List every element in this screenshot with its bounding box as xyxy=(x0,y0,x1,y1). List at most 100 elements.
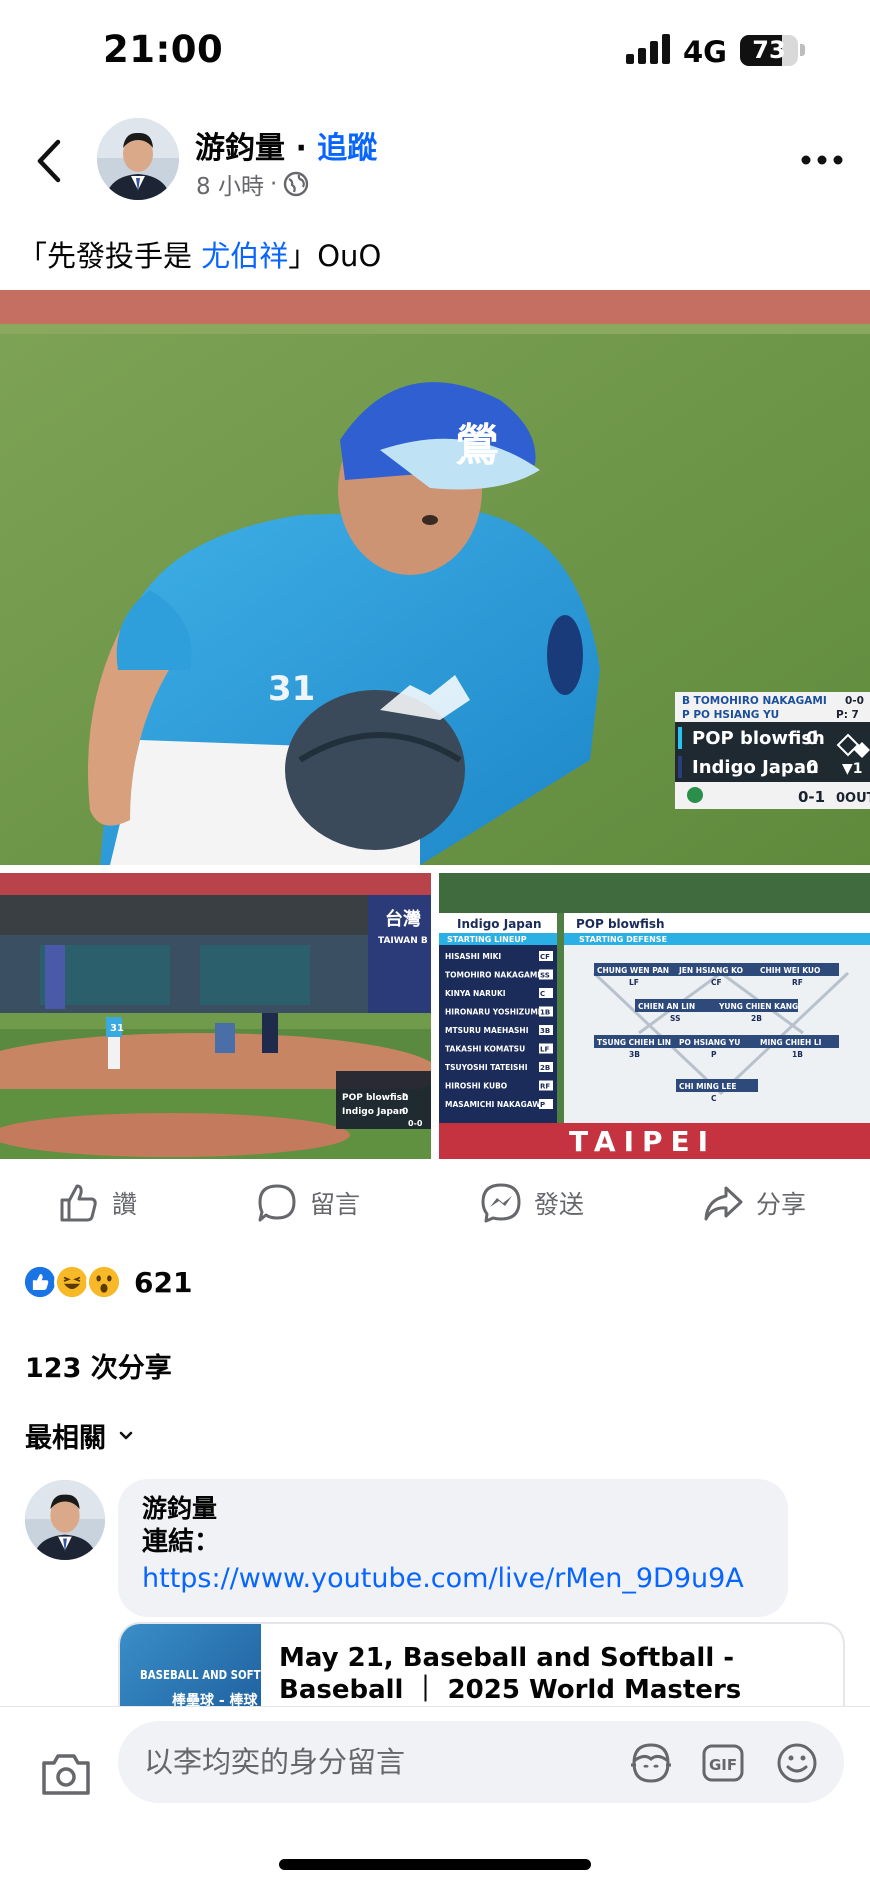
lineup-away-team: Indigo Japan xyxy=(457,917,542,931)
defense-player-pos: LF xyxy=(629,978,639,987)
post-caption: 「先發投手是 尤伯祥」OuO xyxy=(18,233,381,275)
back-arrow-icon[interactable] xyxy=(30,136,70,186)
lineup-player-name: HIRONARU YOSHIZUMI xyxy=(445,1008,541,1017)
lineup-player-name: MTSURU MAEHASHI xyxy=(445,1026,529,1035)
post-meta: 8 小時 · xyxy=(196,167,309,201)
more-options-icon[interactable] xyxy=(798,145,846,175)
lineup-graphic: TAIPEI Indigo Japan STARTING LINEUP HISA… xyxy=(439,873,870,1159)
defense-player-pos: 1B xyxy=(792,1050,803,1059)
status-bar: 21:00 4G 73 xyxy=(0,0,870,100)
haha-reaction-icon xyxy=(54,1264,90,1300)
small-sb-team2-score: 0 xyxy=(402,1107,408,1117)
lineup-player-pos: CF xyxy=(540,953,550,961)
sb-batter: B TOMOHIRO NAKAGAMI xyxy=(682,695,827,707)
small-sb-team2: Indigo Japan xyxy=(342,1107,405,1117)
defense-player-pos: P xyxy=(711,1050,717,1059)
comment-author[interactable]: 游鈞量 xyxy=(142,1493,764,1525)
like-icon xyxy=(60,1184,97,1222)
field-photo: 台灣 TAIWAN B 31 POP blowfish 0 Indigo Jap… xyxy=(0,873,431,1159)
lineup-away-header: STARTING LINEUP xyxy=(447,935,527,944)
small-sb-team1-score: 0 xyxy=(402,1093,408,1103)
defense-player-name: CHUNG WEN PAN xyxy=(597,966,669,975)
messenger-icon xyxy=(481,1183,521,1223)
small-sb-team1: POP blowfish xyxy=(342,1093,408,1103)
thumb-text-en: BASEBALL AND SOFTBALL - xyxy=(140,1668,298,1682)
sb-count: 0-1 xyxy=(798,788,825,806)
scoreboard-overlay: B TOMOHIRO NAKAGAMI 0-0 P PO HSIANG YU P… xyxy=(675,692,870,809)
comment-bubble: 游鈞量 連結： https://www.youtube.com/live/rMe… xyxy=(118,1479,788,1617)
defense-player-name: MING CHIEH LI xyxy=(760,1038,822,1047)
gif-icon[interactable]: GIF xyxy=(700,1741,746,1785)
lineup-player-pos: C xyxy=(540,990,545,998)
lineup-player-pos: LF xyxy=(540,1046,549,1054)
sb-inning: ▼1 xyxy=(842,761,863,777)
post-photo-field[interactable]: 台灣 TAIWAN B 31 POP blowfish 0 Indigo Jap… xyxy=(0,873,431,1159)
comment-link[interactable]: https://www.youtube.com/live/rMen_9D9u9A xyxy=(142,1559,764,1599)
share-count[interactable]: 123 次分享 xyxy=(25,1346,172,1385)
commenter-avatar[interactable] xyxy=(25,1480,105,1560)
reactions-summary[interactable]: 621 xyxy=(22,1262,192,1302)
like-button[interactable]: 讚 xyxy=(58,1180,137,1226)
battery-text: 73 xyxy=(752,36,786,64)
chevron-down-icon xyxy=(119,1431,133,1439)
author-name[interactable]: 游鈞量 xyxy=(195,131,285,166)
lineup-home-team: POP blowfish xyxy=(576,917,665,931)
like-reaction-icon xyxy=(22,1264,58,1300)
meta-dot: · xyxy=(269,171,278,197)
sb-outs: 0OUT xyxy=(836,791,870,806)
defense-player-name: CHIH WEI KUO xyxy=(760,966,820,975)
post-photo-lineup[interactable]: TAIPEI Indigo Japan STARTING LINEUP HISA… xyxy=(439,873,870,1159)
share-button[interactable]: 分享 xyxy=(702,1180,806,1226)
jersey-number: 31 xyxy=(268,669,315,709)
author-line: 游鈞量 · 追蹤 xyxy=(195,123,377,167)
sort-label: 最相關 xyxy=(25,1423,106,1454)
network-type: 4G xyxy=(683,35,727,69)
post-time[interactable]: 8 小時 xyxy=(196,167,264,201)
lineup-player-pos: SS xyxy=(540,972,550,980)
sb-team1: POP blowfish xyxy=(692,728,825,749)
lineup-player-name: MASAMICHI NAKAGAWA xyxy=(445,1100,546,1109)
lineup-player-name: TSUYOSHI TATEISHI xyxy=(445,1063,528,1072)
emoji-icon[interactable] xyxy=(774,1741,820,1785)
follow-button[interactable]: 追蹤 xyxy=(317,131,377,166)
sb-team2: Indigo Japan xyxy=(692,757,819,778)
comment-label: 留言 xyxy=(310,1190,361,1219)
lineup-player-name: HISASHI MIKI xyxy=(445,952,501,961)
battery-icon: 73 xyxy=(740,35,798,66)
lineup-player-pos: RF xyxy=(540,1083,550,1091)
comment-input-container: GIF xyxy=(118,1721,844,1803)
defense-player-name: TSUNG CHIEH LIN xyxy=(597,1038,671,1047)
lineup-player-name: HIROSHI KUBO xyxy=(445,1082,507,1091)
defense-player-pos: 2B xyxy=(751,1014,762,1023)
commenter-avatar-photo xyxy=(25,1480,105,1560)
camera-icon[interactable] xyxy=(40,1751,92,1797)
caption-tag-link[interactable]: 尤伯祥 xyxy=(201,239,288,273)
defense-player-name: PO HSIANG YU xyxy=(679,1038,740,1047)
signal-icon xyxy=(626,34,670,64)
comment-button[interactable]: 留言 xyxy=(256,1180,360,1226)
avatar-photo xyxy=(97,118,179,200)
lineup-player-name: TAKASHI KOMATSU xyxy=(445,1045,525,1054)
ground-text: TAIPEI xyxy=(569,1125,716,1158)
lineup-home-header: STARTING DEFENSE xyxy=(579,935,667,944)
post-photo-main[interactable]: 鶯 31 B TOMOHIRO NAKAGAMI 0-0 P PO HSIANG… xyxy=(0,290,870,865)
caption-prefix: 「先發投手是 xyxy=(18,239,202,273)
lineup-player-pos: 2B xyxy=(540,1064,550,1072)
comment-input[interactable] xyxy=(144,1737,624,1787)
sb-pitcher: P PO HSIANG YU xyxy=(682,709,779,721)
author-avatar[interactable] xyxy=(97,118,179,200)
stadium-sign-en: TAIWAN B xyxy=(378,936,428,946)
action-bar: 讚 留言 發送 分享 xyxy=(0,1168,870,1238)
sb-pitch-count: P: 7 xyxy=(836,709,859,721)
author-separator: · xyxy=(285,131,318,166)
sb-batter-score: 0-0 xyxy=(845,695,864,707)
comment-sort-dropdown[interactable]: 最相關 xyxy=(25,1416,134,1455)
comment-text: 連結： xyxy=(142,1527,221,1557)
comment-composer: GIF xyxy=(0,1706,870,1882)
battery-tip xyxy=(800,44,805,56)
send-button[interactable]: 發送 xyxy=(480,1180,584,1226)
status-time: 21:00 xyxy=(103,28,224,71)
avatar-sticker-icon[interactable] xyxy=(628,1741,674,1785)
defense-player-pos: RF xyxy=(792,978,803,987)
share-icon xyxy=(704,1186,743,1221)
